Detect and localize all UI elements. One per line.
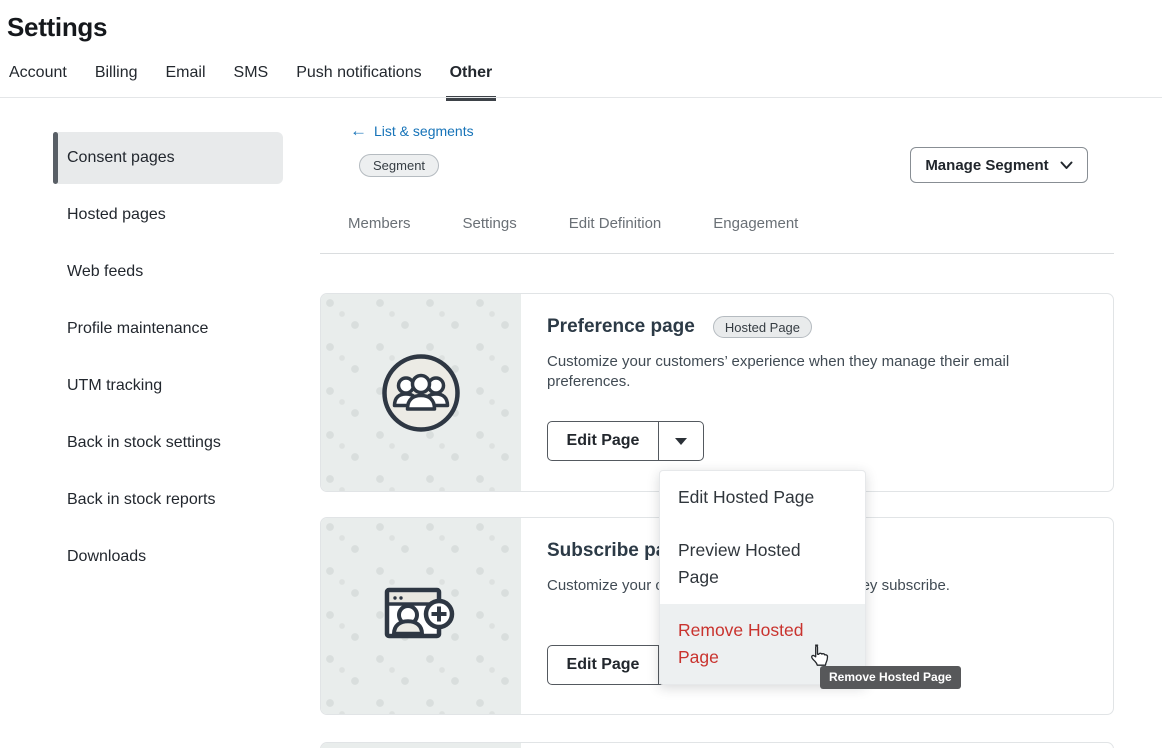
dropdown-caret-icon [675,438,687,445]
sidebar-item-downloads[interactable]: Downloads [53,531,283,583]
sidebar-item-label: Hosted pages [67,206,166,224]
hosted-page-badge: Hosted Page [713,316,812,338]
page-title: Settings [7,12,107,43]
sidebar-item-hosted-pages[interactable]: Hosted pages [53,189,283,241]
tab-members[interactable]: Members [348,207,411,253]
settings-screen: Settings Account Billing Email SMS Push … [0,0,1162,748]
tab-email[interactable]: Email [166,64,206,100]
people-group-icon [381,353,461,433]
tab-sms[interactable]: SMS [234,64,269,100]
back-link-label: List & segments [374,123,474,139]
back-to-lists-link[interactable]: ← List & segments [350,123,474,139]
back-arrow-icon: ← [350,124,367,138]
sidebar-item-back-in-stock-settings[interactable]: Back in stock settings [53,417,283,469]
tab-push-notifications[interactable]: Push notifications [296,64,421,100]
chevron-down-icon [1060,161,1073,170]
sidebar-item-label: Back in stock reports [67,491,216,509]
remove-hosted-page-tooltip: Remove Hosted Page [820,666,961,689]
browser-add-user-icon [381,580,461,660]
preference-page-card: Preference page Hosted Page Customize yo… [320,293,1114,492]
segment-type-badge: Segment [359,154,439,177]
sidebar-item-label: Back in stock settings [67,434,221,452]
edit-page-button[interactable]: Edit Page [548,646,658,684]
sidebar-item-label: UTM tracking [67,377,162,395]
settings-tab-bar: Account Billing Email SMS Push notificat… [9,64,492,100]
sidebar-item-consent-pages[interactable]: Consent pages [53,132,283,184]
tab-account[interactable]: Account [9,64,67,100]
tab-segment-settings[interactable]: Settings [463,207,517,253]
tab-engagement[interactable]: Engagement [713,207,798,253]
sidebar-item-back-in-stock-reports[interactable]: Back in stock reports [53,474,283,526]
card-title-row: Preference page Hosted Page [547,316,812,338]
sidebar-item-profile-maintenance[interactable]: Profile maintenance [53,303,283,355]
sidebar-item-web-feeds[interactable]: Web feeds [53,246,283,298]
manage-segment-label: Manage Segment [925,157,1048,174]
dot-pattern-panel [321,294,521,491]
tab-other[interactable]: Other [450,64,493,100]
sidebar-item-label: Downloads [67,548,146,566]
tab-edit-definition[interactable]: Edit Definition [569,207,662,253]
sidebar-item-utm-tracking[interactable]: UTM tracking [53,360,283,412]
menu-item-preview-hosted-page[interactable]: Preview Hosted Page [660,524,865,604]
sidebar-item-label: Web feeds [67,263,143,281]
manage-segment-button[interactable]: Manage Segment [910,147,1088,183]
tab-billing[interactable]: Billing [95,64,138,100]
card-title: Preference page [547,316,695,338]
edit-page-split-button: Edit Page [547,421,704,461]
pointer-cursor-icon [806,643,831,670]
dot-pattern-panel [321,518,521,714]
card-description: Customize your customers’ experience whe… [547,352,1032,392]
edit-page-button[interactable]: Edit Page [548,422,658,460]
sidebar-item-label: Consent pages [67,149,175,167]
edit-page-dropdown-menu: Edit Hosted Page Preview Hosted Page Rem… [659,470,866,685]
next-page-card-partial [320,742,1114,748]
sidebar: Consent pages Hosted pages Web feeds Pro… [53,132,283,588]
edit-page-dropdown-toggle[interactable] [658,422,703,460]
segment-tab-bar: Members Settings Edit Definition Engagem… [320,207,1114,254]
dot-pattern-panel [321,743,521,748]
menu-item-edit-hosted-page[interactable]: Edit Hosted Page [660,471,865,524]
sidebar-item-label: Profile maintenance [67,320,208,338]
